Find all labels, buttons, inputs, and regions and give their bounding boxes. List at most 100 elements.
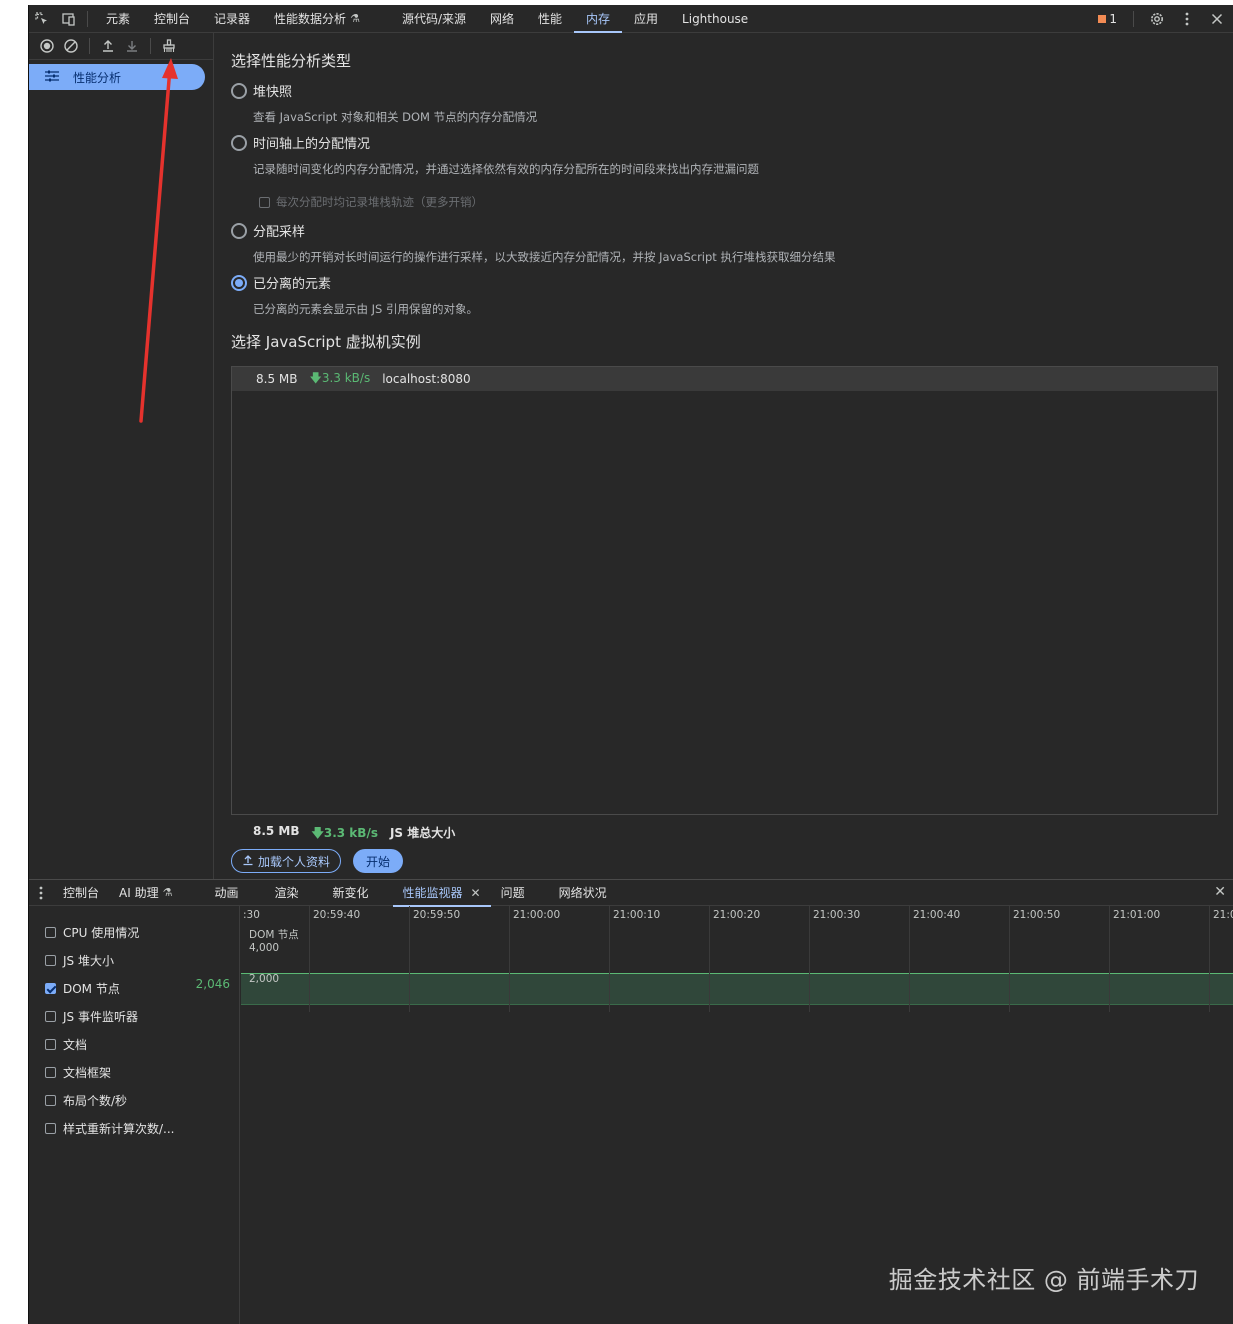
time-label: 21:01:00 bbox=[1113, 909, 1161, 921]
vm-instance-row[interactable]: 8.5 MB 🡇3.3 kB/s localhost:8080 bbox=[232, 367, 1217, 391]
experiment-flask-icon: ⚗ bbox=[350, 12, 360, 25]
vm-host: localhost:8080 bbox=[382, 372, 471, 386]
tab-network[interactable]: 网络 bbox=[478, 5, 526, 32]
radio-button[interactable] bbox=[231, 82, 247, 99]
drawer-menu-icon[interactable] bbox=[29, 886, 53, 900]
devtools-window: 元素 控制台 记录器 性能数据分析 ⚗ 源代码/来源 网络 性能 内存 应用 Li… bbox=[28, 5, 1233, 1324]
tab-lighthouse[interactable]: Lighthouse bbox=[670, 5, 760, 32]
time-label: 21:00:30 bbox=[813, 909, 861, 921]
time-label: 20:59:40 bbox=[313, 909, 361, 921]
metric-label: JS 堆大小 bbox=[63, 954, 114, 968]
option-label: 时间轴上的分配情况 bbox=[253, 137, 371, 152]
time-label: 20:59:50 bbox=[413, 909, 461, 921]
checkbox[interactable] bbox=[45, 1095, 56, 1106]
issues-count: 1 bbox=[1109, 12, 1117, 26]
sidebar-item-profiles[interactable]: 性能分析 bbox=[29, 64, 205, 90]
radio-button-selected[interactable] bbox=[231, 274, 247, 291]
time-label: 21:0 bbox=[1213, 909, 1233, 921]
settings-gear-icon[interactable] bbox=[1144, 6, 1170, 32]
y-tick-label: 2,000 bbox=[249, 973, 280, 985]
time-gridline bbox=[1009, 906, 1010, 1012]
time-gridline bbox=[609, 906, 610, 1012]
tab-label: 性能数据分析 bbox=[274, 12, 347, 26]
checkbox-label: 每次分配时均记录堆栈轨迹（更多开销） bbox=[276, 195, 483, 209]
checkbox[interactable] bbox=[45, 1011, 56, 1022]
time-gridline bbox=[309, 906, 310, 1012]
option-description: 已分离的元素会显示由 JS 引用保留的对象。 bbox=[253, 302, 479, 316]
vm-instance-title: 选择 JavaScript 虚拟机实例 bbox=[231, 333, 421, 351]
time-gridline bbox=[1109, 906, 1110, 1012]
tab-sources[interactable]: 源代码/来源 bbox=[390, 5, 478, 32]
device-toolbar-icon[interactable] bbox=[55, 6, 81, 32]
time-label: 21:00:10 bbox=[613, 909, 661, 921]
radio-button[interactable] bbox=[231, 134, 247, 151]
option-detached-elements[interactable]: 已分离的元素 bbox=[231, 273, 331, 292]
toolbar-divider bbox=[1133, 11, 1134, 27]
tab-recorder[interactable]: 记录器 bbox=[202, 5, 262, 32]
tab-performance[interactable]: 性能 bbox=[526, 5, 574, 32]
metric-js-heap-size[interactable]: JS 堆大小 bbox=[45, 952, 230, 969]
tab-application[interactable]: 应用 bbox=[622, 5, 670, 32]
option-heap-snapshot[interactable]: 堆快照 bbox=[231, 81, 292, 100]
close-drawer-icon[interactable]: ✕ bbox=[1214, 884, 1226, 900]
metric-label: JS 事件监听器 bbox=[63, 1010, 138, 1024]
close-devtools-icon[interactable] bbox=[1204, 6, 1230, 32]
drawer-tab-animations[interactable]: 动画 bbox=[204, 880, 248, 906]
time-gridline bbox=[1209, 906, 1210, 1012]
time-label: 21:00:40 bbox=[913, 909, 961, 921]
checkbox[interactable] bbox=[45, 1123, 56, 1134]
total-heap-rate: 🡇3.3 kB/s bbox=[311, 826, 378, 840]
collect-garbage-broom-icon[interactable] bbox=[157, 35, 181, 57]
metric-cpu-usage[interactable]: CPU 使用情况 bbox=[45, 924, 230, 941]
upload-icon[interactable] bbox=[96, 35, 120, 57]
tab-memory[interactable]: 内存 bbox=[574, 5, 623, 33]
metric-style-recalcs-per-sec[interactable]: 样式重新计算次数/... bbox=[45, 1120, 230, 1137]
radio-button[interactable] bbox=[231, 222, 247, 239]
record-icon[interactable] bbox=[35, 35, 59, 57]
drawer-tab-network-conditions[interactable]: 网络状况 bbox=[549, 880, 617, 906]
inspect-element-icon[interactable] bbox=[29, 6, 55, 32]
time-label: :30 bbox=[243, 909, 260, 921]
drawer-tab-rendering[interactable]: 渲染 bbox=[264, 880, 308, 906]
total-heap-rate-value: 3.3 kB/s bbox=[323, 826, 378, 840]
checkbox-checked[interactable] bbox=[45, 983, 56, 994]
time-label: 21:00:20 bbox=[713, 909, 761, 921]
total-heap-label: JS 堆总大小 bbox=[389, 826, 456, 840]
time-gridline bbox=[909, 906, 910, 1012]
drawer-tab-issues[interactable]: 问题 bbox=[491, 880, 535, 906]
metric-dom-nodes[interactable]: DOM 节点 2,046 bbox=[45, 977, 230, 997]
y-tick-label: 4,000 bbox=[249, 942, 280, 954]
more-options-icon[interactable] bbox=[1174, 6, 1200, 32]
checkbox[interactable] bbox=[45, 1067, 56, 1078]
tab-performance-insights[interactable]: 性能数据分析 ⚗ bbox=[262, 5, 372, 32]
metric-js-event-listeners[interactable]: JS 事件监听器 bbox=[45, 1008, 230, 1025]
option-label: 堆快照 bbox=[253, 85, 293, 100]
metric-layouts-per-sec[interactable]: 布局个数/秒 bbox=[45, 1092, 230, 1109]
toolbar-divider bbox=[89, 38, 90, 54]
memory-panel: 选择性能分析类型 堆快照 查看 JavaScript 对象和相关 DOM 节点的… bbox=[215, 33, 1233, 879]
profile-type-title: 选择性能分析类型 bbox=[231, 52, 352, 70]
record-stack-traces-checkbox: 每次分配时均记录堆栈轨迹（更多开销） bbox=[259, 194, 483, 210]
drawer-tab-ai-assistance[interactable]: AI 助理 ⚗ bbox=[109, 880, 182, 906]
tab-console[interactable]: 控制台 bbox=[142, 5, 202, 32]
metric-documents[interactable]: 文档 bbox=[45, 1036, 230, 1053]
checkbox[interactable] bbox=[45, 955, 56, 966]
load-profile-button[interactable]: 加载个人资料 bbox=[231, 849, 342, 873]
option-allocation-sampling[interactable]: 分配采样 bbox=[231, 221, 305, 240]
metric-label: 文档 bbox=[63, 1038, 88, 1052]
option-allocation-timeline[interactable]: 时间轴上的分配情况 bbox=[231, 133, 370, 152]
download-icon[interactable] bbox=[120, 35, 144, 57]
drawer-tab-whats-new[interactable]: 新变化 bbox=[323, 880, 379, 906]
tab-elements[interactable]: 元素 bbox=[94, 5, 142, 32]
metric-document-frames[interactable]: 文档框架 bbox=[45, 1064, 230, 1081]
issues-counter[interactable]: 1 bbox=[1092, 12, 1123, 26]
close-tab-icon[interactable]: ✕ bbox=[471, 886, 481, 900]
start-button[interactable]: 开始 bbox=[353, 849, 404, 873]
checkbox[interactable] bbox=[45, 927, 56, 938]
clear-icon[interactable] bbox=[59, 35, 83, 57]
performance-metrics-list: CPU 使用情况 JS 堆大小 DOM 节点 2,046 JS 事件监听器 文档… bbox=[29, 906, 240, 1324]
checkbox[interactable] bbox=[45, 1039, 56, 1050]
drawer-tab-performance-monitor[interactable]: 性能监视器 ✕ bbox=[392, 880, 491, 907]
sidebar-item-label: 性能分析 bbox=[73, 70, 122, 85]
drawer-tab-console[interactable]: 控制台 bbox=[53, 880, 109, 906]
